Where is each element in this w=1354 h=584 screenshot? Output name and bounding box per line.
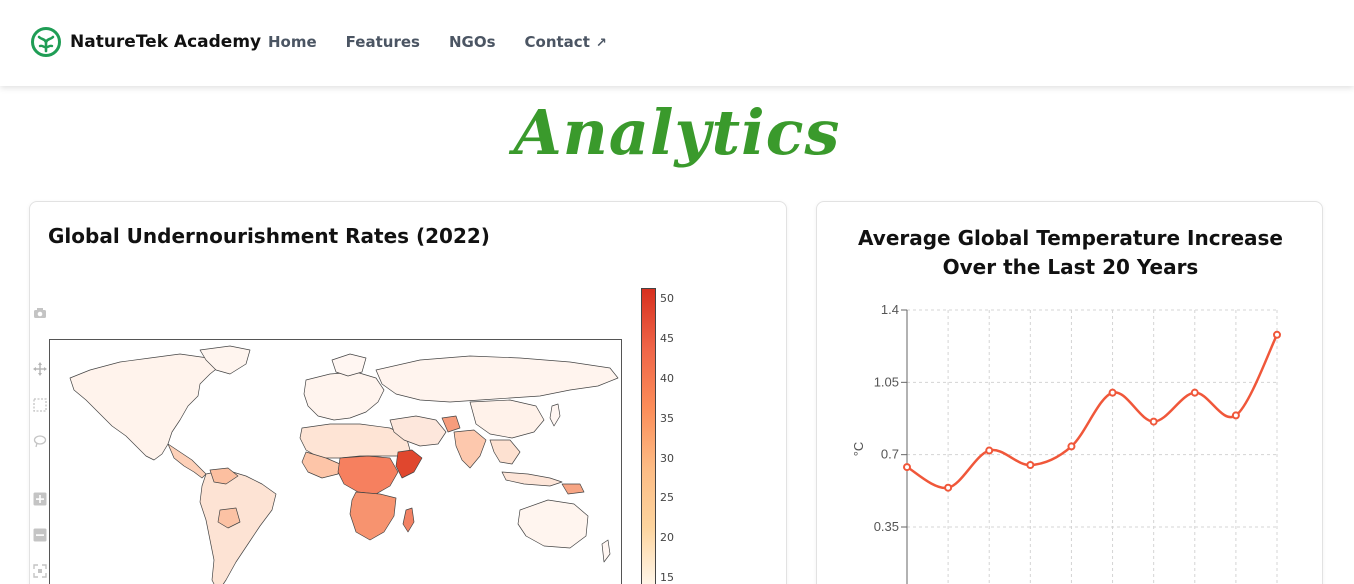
nav-link-contact[interactable]: Contact ↗ — [525, 33, 607, 51]
y-tick-label: 1.4 — [881, 302, 899, 317]
temperature-data-point — [1026, 461, 1035, 469]
map-southern-africa — [349, 491, 397, 541]
colorbar-tick: 20 — [660, 531, 674, 544]
temperature-data-point — [1273, 330, 1281, 339]
colorbar-tick: 45 — [660, 332, 674, 345]
map-australia — [517, 499, 589, 549]
map-horn-of-africa — [395, 449, 423, 479]
temperature-data-point — [1231, 411, 1240, 420]
brand-name: NatureTek Academy — [70, 32, 262, 52]
map-madagascar — [402, 507, 415, 533]
nav-links: Home Features NGOs Contact ↗ — [268, 33, 636, 51]
map-card: Global Undernourishment Rates (2022) 50 … — [29, 201, 787, 584]
zoom-out-icon[interactable] — [32, 527, 48, 543]
map-japan — [549, 403, 561, 427]
colorbar-tick: 30 — [660, 452, 674, 465]
colorbar-tick: 35 — [660, 412, 674, 425]
colorbar-tick: 50 — [660, 292, 674, 305]
nav-link-home[interactable]: Home — [268, 33, 317, 51]
temperature-data-point — [1149, 417, 1158, 426]
camera-icon[interactable] — [32, 305, 48, 321]
map-europe — [303, 371, 385, 421]
temperature-series-line — [906, 334, 1279, 490]
map-central-africa — [337, 455, 399, 495]
nav-link-contact-label: Contact — [524, 33, 590, 51]
temperature-data-point — [1190, 388, 1199, 397]
world-choropleth-map[interactable] — [49, 339, 622, 584]
temperature-data-point — [1067, 442, 1076, 451]
external-arrow-icon: ↗ — [595, 36, 607, 51]
map-southeast-asia — [489, 439, 521, 465]
temperature-data-point — [944, 483, 953, 492]
map-scandinavia — [331, 353, 367, 377]
page-title: Analytics — [513, 96, 841, 169]
map-china — [469, 399, 545, 439]
map-new-zealand — [601, 539, 611, 563]
y-tick-label: 0.35 — [874, 519, 899, 534]
temperature-line-chart[interactable]: 1.4 1.05 0.7 0.35 °C — [817, 202, 1324, 584]
map-india — [453, 429, 487, 469]
nav-link-features[interactable]: Features — [346, 33, 420, 51]
y-tick-label: 0.7 — [881, 447, 899, 462]
temperature-data-point — [1108, 388, 1117, 397]
map-papua — [561, 483, 585, 495]
temperature-data-point — [903, 463, 911, 472]
map-indonesia — [501, 471, 563, 487]
temperature-data-point — [985, 446, 994, 455]
map-south-america — [199, 469, 277, 584]
y-tick-label: 1.05 — [874, 374, 899, 389]
nav-link-ngos[interactable]: NGOs — [449, 33, 496, 51]
leaf-logo-icon — [31, 27, 61, 57]
map-central-america — [167, 443, 207, 479]
zoom-in-icon[interactable] — [32, 491, 48, 507]
temperature-card: Average Global Temperature Increase Over… — [816, 201, 1323, 584]
box-select-icon[interactable] — [32, 397, 48, 413]
brand[interactable]: NatureTek Academy — [30, 26, 261, 58]
colorbar-tick: 40 — [660, 372, 674, 385]
navbar: NatureTek Academy Home Features NGOs Con… — [0, 0, 1354, 86]
map-north-america — [69, 353, 221, 461]
reset-icon[interactable] — [32, 563, 48, 579]
y-axis-label: °C — [851, 442, 866, 457]
map-russia — [375, 355, 619, 403]
colorbar-tick: 25 — [660, 491, 674, 504]
colorbar-tick: 15 — [660, 571, 674, 584]
map-afghanistan — [441, 415, 461, 433]
colorbar — [641, 288, 656, 584]
lasso-icon[interactable] — [32, 433, 48, 449]
map-card-title: Global Undernourishment Rates (2022) — [48, 224, 490, 248]
pan-icon[interactable] — [32, 361, 48, 377]
